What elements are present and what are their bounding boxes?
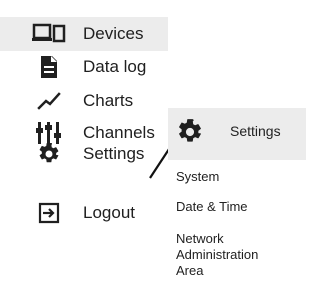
nav-item-data-log[interactable]: Data log bbox=[0, 50, 168, 84]
nav-item-devices[interactable]: Devices bbox=[0, 17, 168, 51]
settings-submenu: Settings System Date & Time Network Admi… bbox=[168, 108, 306, 288]
submenu-network-line-3: Area bbox=[176, 263, 204, 278]
devices-icon bbox=[32, 20, 66, 48]
submenu-item-network-administration-area[interactable]: Network Administration Area bbox=[176, 231, 306, 279]
submenu-title: Settings bbox=[230, 123, 281, 139]
nav-label-logout: Logout bbox=[83, 203, 135, 222]
document-icon bbox=[32, 53, 66, 81]
nav-label-data-log: Data log bbox=[83, 57, 147, 76]
gear-icon bbox=[32, 140, 66, 168]
submenu-header[interactable]: Settings bbox=[168, 108, 306, 160]
gear-icon bbox=[176, 118, 204, 146]
submenu-item-system[interactable]: System bbox=[176, 169, 219, 185]
submenu-item-date-time[interactable]: Date & Time bbox=[176, 199, 248, 215]
logout-icon bbox=[32, 199, 66, 227]
chart-line-icon bbox=[32, 87, 66, 115]
nav-label-settings: Settings bbox=[83, 144, 145, 163]
settings-screen: Devices Data log Charts Channels Setting… bbox=[0, 0, 306, 288]
nav-label-devices: Devices bbox=[83, 24, 144, 43]
nav-item-settings[interactable]: Settings bbox=[0, 137, 168, 171]
nav-label-charts: Charts bbox=[83, 91, 134, 110]
nav-item-logout[interactable]: Logout bbox=[0, 196, 168, 230]
nav-item-charts[interactable]: Charts bbox=[0, 84, 168, 118]
sidebar-nav: Devices Data log Charts Channels Setting… bbox=[0, 0, 168, 288]
submenu-network-line-2: Administration bbox=[176, 247, 259, 262]
submenu-network-line-1: Network bbox=[176, 231, 224, 246]
